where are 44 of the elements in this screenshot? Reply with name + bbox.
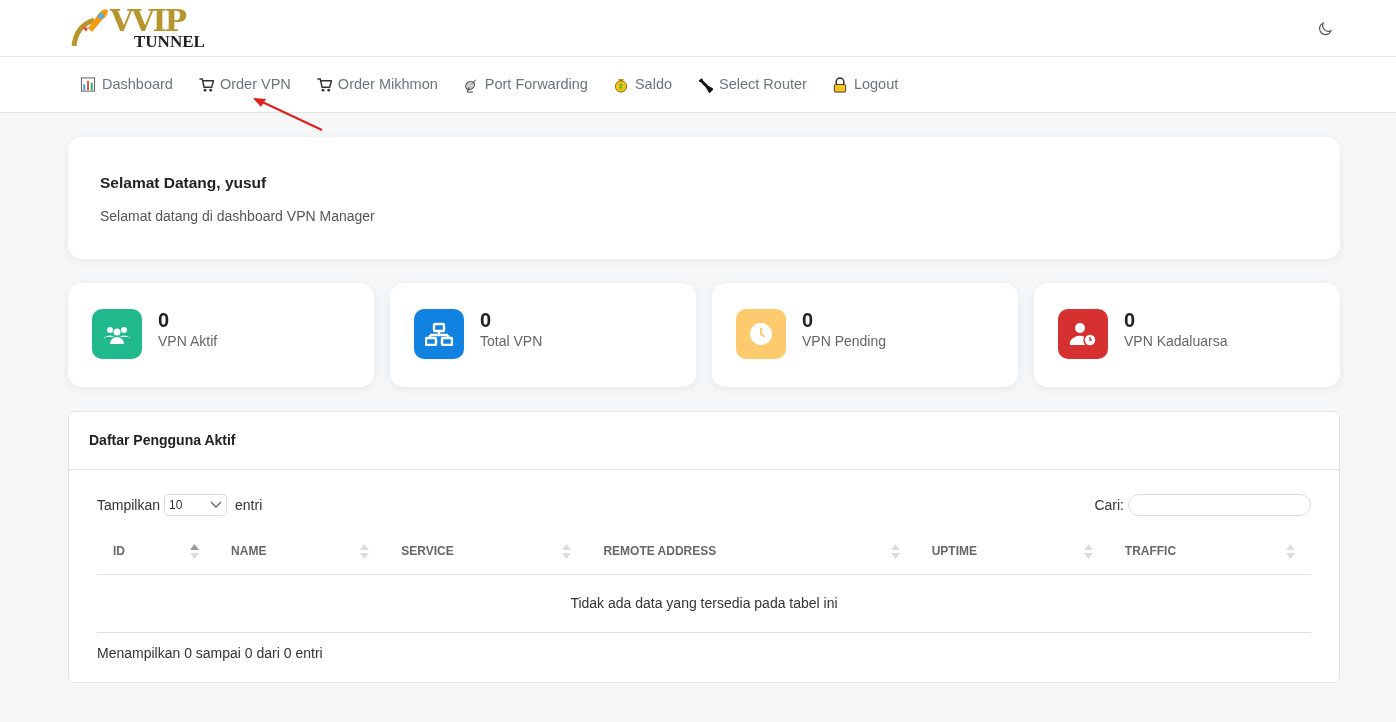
user-clock-icon <box>1069 322 1097 347</box>
cart-icon <box>197 76 214 93</box>
column-header[interactable]: NAME <box>215 528 386 575</box>
welcome-title: Selamat Datang, yusuf <box>100 173 268 193</box>
bar-chart-icon <box>80 76 96 93</box>
nav-link[interactable]: Logout <box>831 73 899 96</box>
nav-link[interactable]: Port Forwarding <box>462 73 588 96</box>
column-header[interactable]: ID <box>97 528 216 575</box>
column-header[interactable]: REMOTE ADDRESS <box>587 528 916 575</box>
stat-value: 0 <box>802 309 815 332</box>
nav-link[interactable]: Select Router <box>697 73 807 96</box>
stat-value: 0 <box>158 309 171 332</box>
logo[interactable]: VVIP TUNNEL <box>70 6 205 50</box>
moon-icon[interactable] <box>1316 19 1334 38</box>
column-header[interactable]: TRAFFIC <box>1108 528 1311 575</box>
length-suffix: entri <box>235 495 263 515</box>
stat-value: 0 <box>1124 309 1137 332</box>
length-label: Tampilkan <box>97 495 161 515</box>
network-icon <box>425 322 453 347</box>
cart-icon <box>315 76 332 93</box>
welcome-text: Selamat datang di dashboard VPN Manager <box>100 207 376 227</box>
clock-icon <box>747 322 775 347</box>
stat-label: Total VPN <box>480 332 543 352</box>
table-info: Menampilkan 0 sampai 0 dari 0 entri <box>97 644 324 664</box>
nav-link[interactable]: Order Mikhmon <box>315 73 438 96</box>
logo-wordmark: VVIP <box>110 9 186 33</box>
money-bag-icon <box>612 76 629 93</box>
search-label: Cari: <box>1094 495 1124 515</box>
search-field[interactable] <box>1128 494 1311 517</box>
logo-subtitle: TUNNEL <box>134 33 205 50</box>
stat-label: VPN Pending <box>802 332 887 352</box>
empty-table-message: Tidak ada data yang tersedia pada tabel ini <box>570 595 838 612</box>
card-title: Daftar Pengguna Aktif <box>69 412 1339 471</box>
nav-link[interactable]: Saldo <box>612 73 673 96</box>
chevron-down-icon <box>210 501 223 510</box>
column-header[interactable]: SERVICE <box>385 528 588 575</box>
stat-label: VPN Aktif <box>158 332 218 352</box>
nav-link[interactable]: Order VPN <box>197 73 291 96</box>
stat-value: 0 <box>480 309 493 332</box>
column-header[interactable]: UPTIME <box>915 528 1109 575</box>
lock-icon <box>831 76 848 93</box>
nav-link[interactable]: Dashboard <box>80 73 173 96</box>
page-length-select[interactable]: 10 <box>164 494 228 517</box>
stat-label: VPN Kadaluarsa <box>1124 332 1228 352</box>
